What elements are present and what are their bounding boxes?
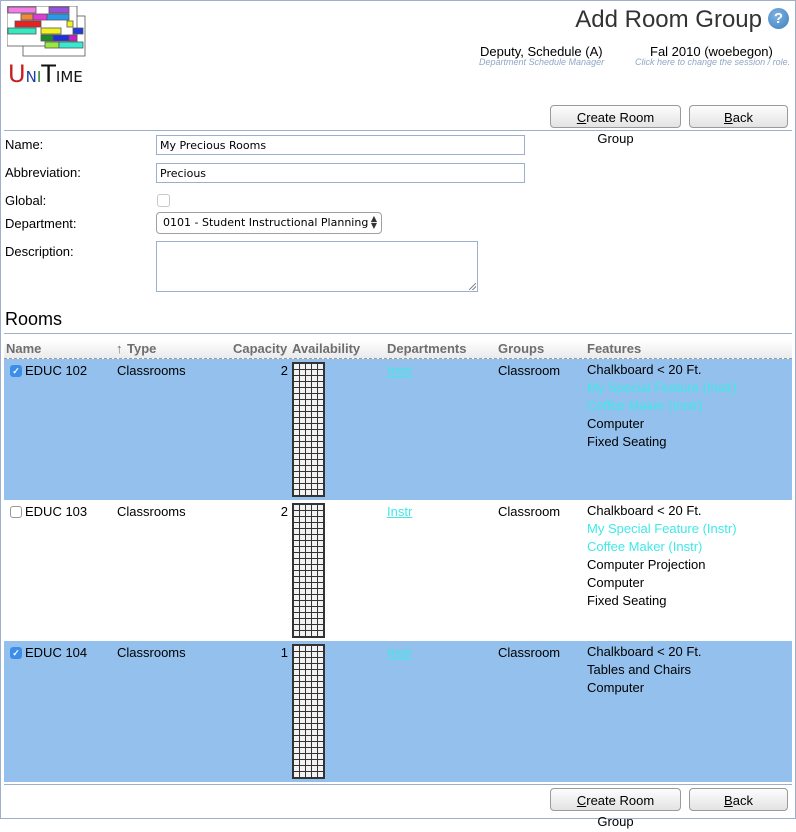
logo-letter-n: N: [25, 68, 37, 86]
rooms-table-header: Name ↑ Type Capacity Availability Depart…: [4, 340, 792, 359]
back-button-bottom[interactable]: Back: [689, 788, 788, 811]
header-divider: [4, 130, 792, 131]
department-link[interactable]: Instr: [387, 504, 412, 519]
back-accesskey: B: [724, 110, 733, 125]
column-availability[interactable]: Availability: [292, 341, 360, 356]
resize-grip-icon[interactable]: [469, 283, 476, 290]
room-features: Chalkboard < 20 Ft. My Special Feature (I…: [587, 502, 737, 610]
feature-item: My Special Feature (Instr): [587, 521, 737, 536]
column-name[interactable]: Name: [6, 341, 41, 356]
name-label: Name:: [5, 137, 44, 152]
feature-item: Chalkboard < 20 Ft.: [587, 644, 702, 659]
department-link[interactable]: Instr: [387, 645, 412, 660]
room-row[interactable]: ✓ EDUC 102 Classrooms 2 Instr Classroom Chalkb…: [4, 359, 792, 500]
room-row[interactable]: EDUC 103 Classrooms 2 Instr Classroom Chalkbo…: [4, 500, 792, 641]
rooms-section-title: Rooms: [5, 309, 63, 329]
availability-cell: [317, 771, 324, 778]
abbreviation-label: Abbreviation:: [5, 165, 81, 180]
feature-item: Computer Projection: [587, 557, 706, 572]
availability-grid[interactable]: [292, 362, 325, 497]
create-room-group-button[interactable]: Create Room Group: [550, 105, 681, 146]
global-label: Global:: [5, 193, 47, 208]
logo-letter-t: T: [41, 60, 56, 88]
create-accesskey: C: [576, 793, 587, 808]
description-textarea[interactable]: [156, 241, 478, 292]
name-input[interactable]: [156, 135, 525, 155]
logo-letters-ime: IME: [55, 68, 83, 86]
rooms-divider: [4, 333, 792, 334]
department-selected-value: 0101 - Student Instructional Planning: [163, 216, 369, 229]
room-features: Chalkboard < 20 Ft. Tables and Chairs Comp…: [587, 643, 702, 697]
room-features: Chalkboard < 20 Ft. My Special Feature (I…: [587, 361, 737, 451]
room-capacity: 1: [280, 645, 288, 660]
back-accesskey: B: [724, 793, 733, 808]
sort-ascending-icon: ↑: [116, 341, 123, 356]
global-checkbox[interactable]: [157, 194, 170, 207]
feature-item: Coffee Maker (Instr): [587, 398, 703, 413]
department-select[interactable]: 0101 - Student Instructional Planning ▲ ▼: [156, 212, 382, 234]
room-group: Classroom: [498, 363, 561, 378]
back-button[interactable]: Back: [689, 105, 788, 128]
create-accesskey: C: [576, 110, 587, 125]
room-type: Classrooms: [117, 363, 186, 378]
user-role: Department Schedule Manager: [479, 57, 605, 67]
back-label: ack: [732, 793, 753, 808]
help-icon[interactable]: ?: [768, 8, 789, 29]
room-group: Classroom: [498, 645, 561, 660]
column-groups[interactable]: Groups: [498, 341, 544, 356]
abbreviation-input[interactable]: [156, 163, 525, 183]
department-label: Department:: [5, 216, 77, 231]
feature-item: Computer: [587, 416, 645, 431]
session-hint: Click here to change the session / role.: [635, 57, 791, 67]
feature-item: Coffee Maker (Instr): [587, 539, 703, 554]
availability-grid[interactable]: [292, 644, 325, 779]
select-arrows-icon: ▲ ▼: [370, 214, 377, 230]
availability-cell: [317, 630, 324, 637]
room-select-checkbox[interactable]: ✓: [10, 647, 22, 659]
unitime-wordmark: UNITIME: [8, 60, 83, 88]
feature-item: Computer: [587, 575, 645, 590]
room-name: EDUC 103: [25, 504, 88, 519]
department-link[interactable]: Instr: [387, 363, 412, 378]
column-departments[interactable]: Departments: [387, 341, 466, 356]
room-select-checkbox[interactable]: [10, 506, 22, 518]
feature-item: Fixed Seating: [587, 593, 667, 608]
feature-item: Tables and Chairs: [587, 662, 692, 677]
room-type: Classrooms: [117, 504, 186, 519]
feature-item: Computer: [587, 680, 645, 695]
room-name: EDUC 102: [25, 363, 88, 378]
footer-divider: [4, 784, 792, 785]
column-type[interactable]: Type: [127, 341, 156, 356]
page-title: Add Room Group: [575, 6, 762, 33]
room-type: Classrooms: [117, 645, 186, 660]
feature-item: Chalkboard < 20 Ft.: [587, 503, 702, 518]
back-label: ack: [732, 110, 753, 125]
column-capacity[interactable]: Capacity: [233, 341, 287, 356]
description-label: Description:: [5, 244, 74, 259]
room-row[interactable]: ✓ EDUC 104 Classrooms 1 Instr Classroom Chalkb…: [4, 641, 792, 782]
room-select-checkbox[interactable]: ✓: [10, 365, 22, 377]
logo-letter-u: U: [8, 60, 26, 88]
room-name: EDUC 104: [25, 645, 88, 660]
room-group: Classroom: [498, 504, 561, 519]
availability-cell: [317, 489, 324, 496]
feature-item: Chalkboard < 20 Ft.: [587, 362, 702, 377]
column-features[interactable]: Features: [587, 341, 641, 356]
room-capacity: 2: [280, 363, 288, 378]
availability-grid[interactable]: [292, 503, 325, 638]
feature-item: Fixed Seating: [587, 434, 667, 449]
feature-item: My Special Feature (Instr): [587, 380, 737, 395]
room-capacity: 2: [280, 504, 288, 519]
create-room-group-button-bottom[interactable]: Create Room Group: [550, 788, 681, 829]
